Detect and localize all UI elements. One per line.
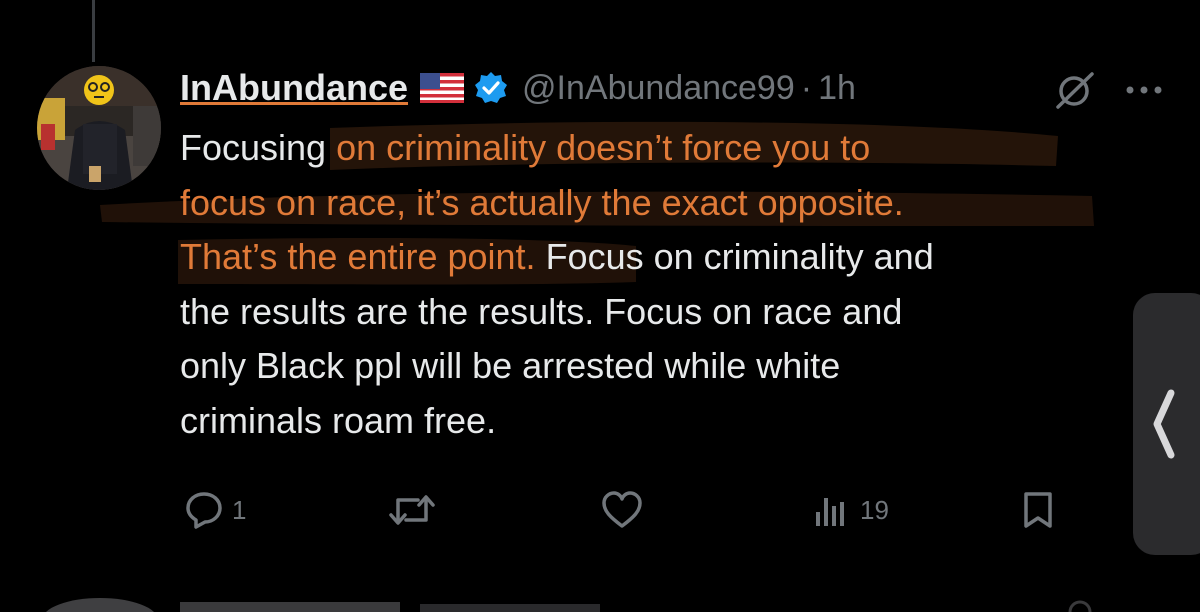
repost-icon — [389, 495, 435, 525]
tweet-line-4: the results are the results. Focus on ra… — [180, 290, 903, 332]
tweet-text-rest-1: Focus on criminality and — [535, 236, 934, 277]
grok-icon[interactable] — [1052, 70, 1098, 110]
repost-button[interactable] — [388, 488, 444, 532]
next-reply-preview — [0, 590, 1200, 612]
tweet-text-prefix: Focusing — [180, 127, 337, 168]
reply-icon — [186, 492, 222, 529]
reply-count: 1 — [232, 494, 247, 525]
display-name[interactable]: InAbundance — [180, 67, 408, 109]
views-count: 19 — [860, 494, 889, 525]
tweet-time[interactable]: 1h — [818, 69, 856, 108]
next-reply-partial — [45, 598, 1092, 612]
bookmark-button[interactable] — [1018, 488, 1058, 532]
bookmark-icon — [1024, 492, 1052, 528]
like-button[interactable] — [600, 488, 652, 532]
chevron-left-icon — [1153, 389, 1175, 459]
views-button[interactable]: 19 — [812, 488, 889, 532]
tweet-screen: InAbundance @InAbundance99 · 1h Focusing… — [0, 0, 1200, 612]
more-dots-icon[interactable] — [1120, 82, 1170, 98]
tweet-text-highlight-3: That’s the entire point. — [180, 236, 536, 277]
views-chart-icon — [816, 498, 844, 526]
tweet-line-2: focus on race, it’s actually the exact o… — [180, 176, 1140, 231]
tweet-line-3: That’s the entire point. Focus on crimin… — [180, 230, 1140, 285]
verified-badge-icon[interactable] — [474, 71, 508, 105]
user-handle[interactable]: @InAbundance99 — [522, 69, 795, 108]
tweet-text: Focusing on criminality doesn’t force yo… — [180, 121, 1140, 448]
avatar-image — [37, 66, 161, 190]
us-flag-icon — [420, 73, 465, 103]
side-panel-handle[interactable] — [1133, 293, 1200, 555]
reply-button[interactable]: 1 — [184, 488, 246, 532]
avatar[interactable] — [37, 66, 161, 190]
tweet-text-highlight-1: on criminality doesn’t force you to — [336, 127, 871, 168]
tweet-line-6: criminals roam free. — [180, 399, 497, 441]
tweet-line-1: Focusing on criminality doesn’t force yo… — [180, 121, 1140, 176]
tweet-header: InAbundance @InAbundance99 · 1h — [180, 64, 856, 112]
thread-connector-line — [92, 0, 95, 62]
tweet-text-highlight-2: focus on race, it’s actually the exact o… — [180, 181, 904, 223]
tweet-line-5: only Black ppl will be arrested while wh… — [180, 345, 841, 386]
heart-icon — [602, 491, 642, 528]
separator-dot: · — [800, 68, 813, 107]
